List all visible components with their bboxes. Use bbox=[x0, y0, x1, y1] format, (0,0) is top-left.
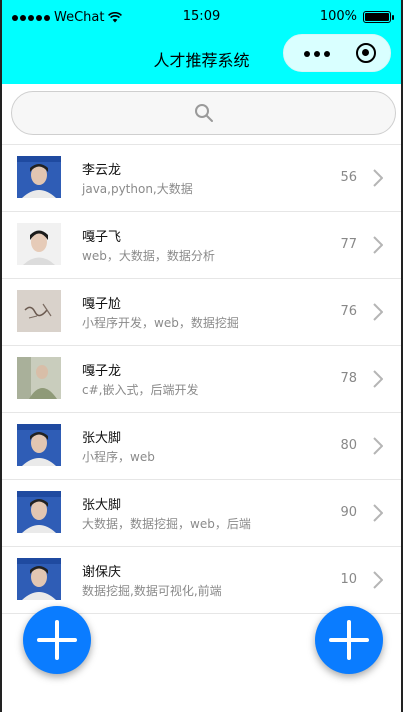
avatar bbox=[17, 491, 61, 533]
candidate-score: 90 bbox=[340, 505, 357, 520]
candidate-score: 56 bbox=[340, 170, 357, 185]
status-bar: WeChat 15:09 100% bbox=[2, 0, 401, 34]
candidate-score: 76 bbox=[340, 304, 357, 319]
candidate-name: 嘎子尬 bbox=[82, 297, 122, 312]
list-item[interactable]: 嘎子龙 c#,嵌入式，后端开发 78 bbox=[2, 346, 401, 413]
list-item[interactable]: 嘎子尬 小程序开发，web，数据挖掘 76 bbox=[2, 279, 401, 346]
battery-icon bbox=[363, 10, 394, 23]
candidate-name: 谢保庆 bbox=[82, 565, 122, 580]
candidate-score: 77 bbox=[340, 237, 357, 252]
search-input[interactable] bbox=[11, 91, 396, 135]
search-area bbox=[2, 84, 401, 145]
avatar bbox=[17, 156, 61, 198]
avatar bbox=[17, 223, 61, 265]
list-item[interactable]: 李云龙 java,python,大数据 56 bbox=[2, 145, 401, 212]
candidate-list: 李云龙 java,python,大数据 56 嘎子飞 web，大数据，数据分析 … bbox=[2, 145, 401, 614]
avatar bbox=[17, 357, 61, 399]
candidate-score: 10 bbox=[340, 572, 357, 587]
candidate-skills: 小程序，web bbox=[82, 450, 155, 464]
candidate-name: 嘎子龙 bbox=[82, 364, 122, 379]
add-button-left[interactable] bbox=[23, 606, 91, 674]
candidate-skills: 大数据，数据挖掘，web，后端 bbox=[82, 517, 251, 531]
battery-fill bbox=[365, 12, 389, 21]
candidate-skills: web，大数据，数据分析 bbox=[82, 249, 215, 263]
candidate-skills: java,python,大数据 bbox=[82, 182, 193, 196]
chevron-right-icon bbox=[373, 169, 383, 187]
phone-screen: WeChat 15:09 100% 人才推荐系统 李云龙 java,python… bbox=[0, 0, 403, 712]
search-icon bbox=[194, 104, 213, 122]
candidate-score: 80 bbox=[340, 438, 357, 453]
avatar bbox=[17, 290, 61, 332]
candidate-name: 张大脚 bbox=[82, 431, 122, 446]
candidate-skills: 数据挖掘,数据可视化,前端 bbox=[82, 584, 222, 598]
battery-percent: 100% bbox=[319, 9, 357, 24]
header: WeChat 15:09 100% 人才推荐系统 bbox=[2, 0, 401, 84]
chevron-right-icon bbox=[373, 236, 383, 254]
candidate-score: 78 bbox=[340, 371, 357, 386]
list-item[interactable]: 张大脚 大数据，数据挖掘，web，后端 90 bbox=[2, 480, 401, 547]
nav-bar: 人才推荐系统 bbox=[2, 34, 401, 84]
close-miniprogram-icon[interactable] bbox=[356, 43, 376, 63]
chevron-right-icon bbox=[373, 303, 383, 321]
candidate-name: 李云龙 bbox=[82, 163, 122, 178]
list-item[interactable]: 谢保庆 数据挖掘,数据可视化,前端 10 bbox=[2, 547, 401, 614]
candidate-name: 嘎子飞 bbox=[82, 230, 122, 245]
list-item[interactable]: 嘎子飞 web，大数据，数据分析 77 bbox=[2, 212, 401, 279]
chevron-right-icon bbox=[373, 504, 383, 522]
chevron-right-icon bbox=[373, 437, 383, 455]
list-item[interactable]: 张大脚 小程序，web 80 bbox=[2, 413, 401, 480]
avatar bbox=[17, 424, 61, 466]
candidate-skills: c#,嵌入式，后端开发 bbox=[82, 383, 199, 397]
chevron-right-icon bbox=[373, 370, 383, 388]
candidate-skills: 小程序开发，web，数据挖掘 bbox=[82, 316, 239, 330]
candidate-name: 张大脚 bbox=[82, 498, 122, 513]
add-button-right[interactable] bbox=[315, 606, 383, 674]
avatar bbox=[17, 558, 61, 600]
miniprogram-capsule bbox=[283, 34, 391, 72]
more-icon[interactable] bbox=[304, 51, 330, 57]
status-right: 100% bbox=[319, 9, 394, 24]
chevron-right-icon bbox=[373, 571, 383, 589]
